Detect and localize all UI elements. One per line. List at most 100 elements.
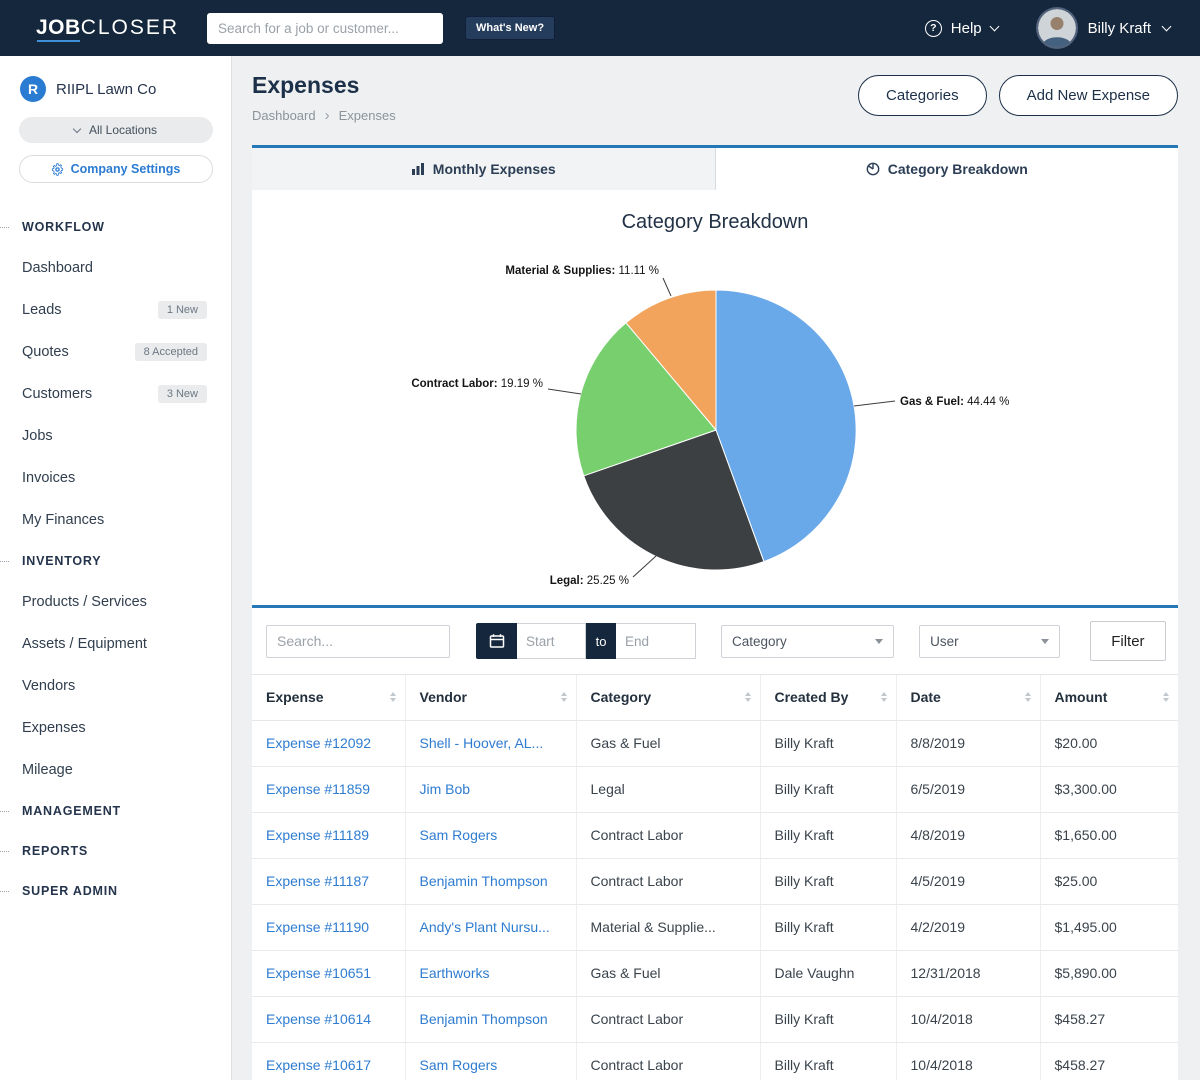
help-menu[interactable]: ? Help (925, 20, 998, 37)
user-select[interactable]: User (919, 625, 1060, 658)
cell-amount: $458.27 (1040, 1042, 1178, 1080)
locations-dropdown[interactable]: All Locations (19, 117, 213, 143)
sidebar-item-invoices[interactable]: Invoices (0, 457, 231, 499)
sort-icon (1163, 692, 1169, 702)
pie-chart: Gas & Fuel: 44.44 %Legal: 25.25 %Contrac… (252, 190, 1178, 605)
sidebar-item-mileage[interactable]: Mileage (0, 749, 231, 791)
cell-vendor[interactable]: Shell - Hoover, AL... (405, 720, 576, 766)
column-header-created-by[interactable]: Created By (760, 675, 896, 720)
whats-new-button[interactable]: What's New? (465, 16, 555, 40)
nav-section-label: SUPER ADMIN (22, 884, 118, 898)
section-dash-icon (0, 811, 9, 812)
column-header-vendor[interactable]: Vendor (405, 675, 576, 720)
user-menu[interactable]: Billy Kraft (1038, 9, 1170, 47)
cell-expense[interactable]: Expense #11190 (252, 904, 405, 950)
cell-date: 12/31/2018 (896, 950, 1040, 996)
table-search-input[interactable] (266, 625, 450, 658)
chevron-down-icon (73, 124, 81, 132)
tab-monthly-expenses[interactable]: Monthly Expenses (252, 148, 716, 190)
start-date-input[interactable] (517, 623, 586, 659)
cell-vendor[interactable]: Jim Bob (405, 766, 576, 812)
cell-category: Gas & Fuel (576, 720, 760, 766)
table-row: Expense #11187Benjamin ThompsonContract … (252, 858, 1178, 904)
user-name: Billy Kraft (1088, 20, 1151, 37)
cell-created-by: Billy Kraft (760, 720, 896, 766)
nav-section-inventory[interactable]: INVENTORY (0, 541, 231, 581)
sidebar-item-dashboard[interactable]: Dashboard (0, 247, 231, 289)
dropdown-arrow-icon (1041, 639, 1049, 644)
column-header-expense[interactable]: Expense (252, 675, 405, 720)
cell-expense[interactable]: Expense #11189 (252, 812, 405, 858)
pie-label-leader-line (548, 389, 581, 394)
column-label: Vendor (420, 689, 467, 705)
sidebar-item-leads[interactable]: Leads 1 New (0, 289, 231, 331)
company-settings-button[interactable]: Company Settings (19, 155, 213, 183)
cell-created-by: Billy Kraft (760, 904, 896, 950)
breadcrumb: Dashboard › Expenses (252, 107, 396, 124)
company-header[interactable]: R RIIPL Lawn Co (0, 56, 231, 102)
tab-category-breakdown[interactable]: Category Breakdown (716, 148, 1179, 190)
sidebar-item-quotes[interactable]: Quotes8 Accepted (0, 331, 231, 373)
cell-created-by: Dale Vaughn (760, 950, 896, 996)
calendar-icon (489, 633, 505, 649)
help-label: Help (951, 20, 982, 37)
cell-vendor[interactable]: Sam Rogers (405, 1042, 576, 1080)
sidebar-item-customers[interactable]: Customers3 New (0, 373, 231, 415)
page-actions: Categories Add New Expense (858, 72, 1178, 116)
calendar-button[interactable] (476, 623, 517, 659)
column-header-date[interactable]: Date (896, 675, 1040, 720)
avatar (1038, 9, 1076, 47)
filter-bar: to Category User Filter (252, 608, 1178, 675)
section-dash-icon (0, 851, 9, 852)
cell-expense[interactable]: Expense #11187 (252, 858, 405, 904)
item-badge: 3 New (158, 385, 207, 403)
sidebar-item-label: Leads (22, 302, 62, 318)
cell-expense[interactable]: Expense #11859 (252, 766, 405, 812)
sidebar-item-vendors[interactable]: Vendors (0, 665, 231, 707)
global-search-input[interactable] (207, 13, 443, 44)
cell-vendor[interactable]: Benjamin Thompson (405, 858, 576, 904)
column-label: Amount (1055, 689, 1108, 705)
sidebar-item-expenses[interactable]: Expenses (0, 707, 231, 749)
cell-amount: $1,495.00 (1040, 904, 1178, 950)
cell-vendor[interactable]: Benjamin Thompson (405, 996, 576, 1042)
cell-date: 6/5/2019 (896, 766, 1040, 812)
help-icon: ? (925, 20, 942, 37)
cell-category: Contract Labor (576, 858, 760, 904)
company-name: RIIPL Lawn Co (56, 81, 156, 98)
sidebar-item-my-finances[interactable]: My Finances (0, 499, 231, 541)
categories-button[interactable]: Categories (858, 75, 987, 116)
sort-icon (561, 692, 567, 702)
nav-section-management[interactable]: MANAGEMENT (0, 791, 231, 831)
sidebar-item-products-services[interactable]: Products / Services (0, 581, 231, 623)
sidebar-item-assets-equipment[interactable]: Assets / Equipment (0, 623, 231, 665)
cell-vendor[interactable]: Andy's Plant Nursu... (405, 904, 576, 950)
nav-section-workflow[interactable]: WORKFLOW (0, 207, 231, 247)
cell-amount: $458.27 (1040, 996, 1178, 1042)
cell-expense[interactable]: Expense #12092 (252, 720, 405, 766)
cell-expense[interactable]: Expense #10651 (252, 950, 405, 996)
sort-icon (881, 692, 887, 702)
nav-section-reports[interactable]: REPORTS (0, 831, 231, 871)
add-new-expense-button[interactable]: Add New Expense (999, 75, 1178, 116)
nav-section-label: MANAGEMENT (22, 804, 121, 818)
cell-vendor[interactable]: Earthworks (405, 950, 576, 996)
app-logo[interactable]: JOBCLOSER (36, 16, 179, 40)
cell-expense[interactable]: Expense #10614 (252, 996, 405, 1042)
breadcrumb-dashboard[interactable]: Dashboard (252, 108, 316, 123)
page-title-block: Expenses Dashboard › Expenses (252, 72, 396, 124)
filter-button[interactable]: Filter (1090, 621, 1166, 661)
pie-slice-label-legal: Legal: 25.25 % (550, 575, 629, 587)
nav-section-super-admin[interactable]: SUPER ADMIN (0, 871, 231, 911)
page-title: Expenses (252, 72, 396, 99)
category-select[interactable]: Category (721, 625, 894, 658)
dropdown-arrow-icon (875, 639, 883, 644)
column-header-category[interactable]: Category (576, 675, 760, 720)
cell-vendor[interactable]: Sam Rogers (405, 812, 576, 858)
end-date-input[interactable] (616, 623, 696, 659)
column-header-amount[interactable]: Amount (1040, 675, 1178, 720)
cell-expense[interactable]: Expense #10617 (252, 1042, 405, 1080)
item-badge: 1 New (158, 301, 207, 319)
bar-chart-icon (411, 162, 425, 176)
sidebar-item-jobs[interactable]: Jobs (0, 415, 231, 457)
